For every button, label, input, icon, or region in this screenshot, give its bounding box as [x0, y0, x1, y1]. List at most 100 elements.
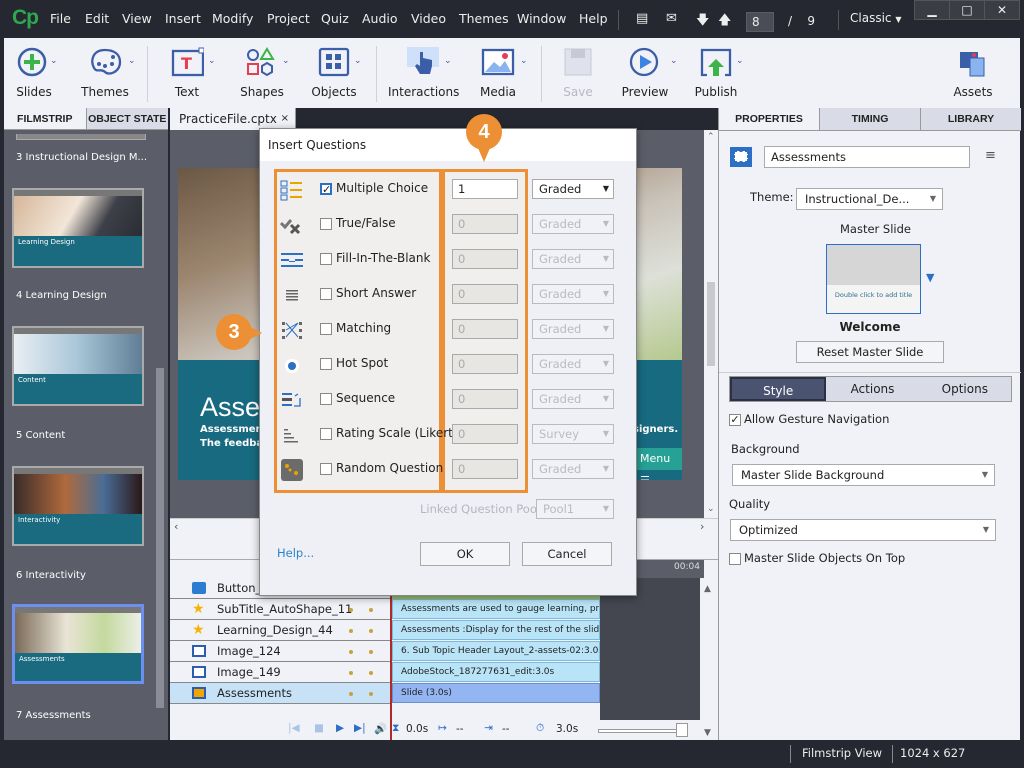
menu-edit[interactable]: Edit	[85, 11, 109, 26]
panel-menu-icon[interactable]: ≡	[985, 148, 996, 163]
shapes-button[interactable]: ⌄ Shapes	[234, 38, 290, 108]
save-button[interactable]: Save	[554, 38, 602, 108]
timeline-scrollbar[interactable]: ▲ ▼	[700, 576, 718, 738]
sequence-checkbox[interactable]	[320, 393, 332, 405]
slide-thumbnail-selected[interactable]: Assessments	[12, 604, 144, 684]
scroll-down-icon[interactable]: ⌄	[707, 504, 715, 514]
themes-button[interactable]: ⌄ Themes	[72, 38, 138, 108]
timeline-bar[interactable]: Assessments :Display for the rest of the…	[392, 620, 600, 640]
slide-thumbnail-partial[interactable]	[16, 134, 146, 140]
sequence-count-input[interactable]: 0	[452, 389, 518, 409]
subtab-options[interactable]: Options	[919, 377, 1011, 401]
timeline-row[interactable]: ★ SubTitle_AutoShape_11	[170, 599, 390, 620]
hot-spot-type-dropdown[interactable]: Graded ▼	[532, 354, 614, 374]
multiple-choice-checkbox[interactable]: ✓	[320, 183, 332, 195]
visibility-dot[interactable]	[349, 671, 353, 675]
short-answer-count-input[interactable]: 0	[452, 284, 518, 304]
close-tab-icon[interactable]: ×	[281, 108, 289, 130]
random-question-checkbox[interactable]	[320, 463, 332, 475]
menu-audio[interactable]: Audio	[362, 11, 398, 26]
close-button[interactable]: ✕	[985, 1, 1019, 19]
audio-icon[interactable]: 🔊	[374, 722, 387, 735]
short-answer-checkbox[interactable]	[320, 288, 332, 300]
mail-icon[interactable]: ✉	[666, 11, 677, 26]
document-tab[interactable]: PracticeFile.cptx ×	[170, 108, 296, 130]
short-answer-type-dropdown[interactable]: Graded ▼	[532, 284, 614, 304]
quality-dropdown[interactable]: Optimized ▼	[730, 519, 996, 541]
multiple-choice-count-input[interactable]: 1	[452, 179, 518, 199]
slides-button[interactable]: ⌄ Slides	[6, 38, 62, 108]
zoom-slider-track[interactable]	[598, 729, 688, 733]
menu-modify[interactable]: Modify	[212, 11, 253, 26]
tab-properties[interactable]: PROPERTIES	[719, 108, 819, 130]
scrollbar-thumb[interactable]	[707, 282, 715, 366]
scroll-left-icon[interactable]: ‹	[174, 520, 178, 533]
menu-file[interactable]: File	[50, 11, 71, 26]
help-link[interactable]: Help...	[277, 546, 314, 560]
matching-count-input[interactable]: 0	[452, 319, 518, 339]
master-slide-dropdown-icon[interactable]: ▼	[926, 271, 934, 284]
master-slide-thumbnail[interactable]: Double click to add title	[826, 244, 921, 314]
minimize-button[interactable]: ▁	[915, 1, 950, 19]
visibility-dot[interactable]	[349, 692, 353, 696]
maximize-button[interactable]: □	[950, 1, 985, 19]
timeline-bar[interactable]: 6. Sub Topic Header Layout_2-assets-02:3…	[392, 641, 600, 661]
random-question-count-input[interactable]: 0	[452, 459, 518, 479]
rewind-icon[interactable]: |◀	[288, 722, 300, 734]
scroll-up-icon[interactable]: ▲	[704, 584, 711, 594]
visibility-dot[interactable]	[349, 629, 353, 633]
slide-name-field[interactable]: Assessments	[764, 146, 970, 168]
visibility-dot[interactable]	[349, 608, 353, 612]
arrow-up-icon[interactable]: 🡅	[718, 11, 731, 33]
matching-type-dropdown[interactable]: Graded ▼	[532, 319, 614, 339]
ok-button[interactable]: OK	[420, 542, 510, 566]
background-dropdown[interactable]: Master Slide Background ▼	[732, 464, 995, 486]
lock-dot[interactable]	[369, 671, 373, 675]
menu-window[interactable]: Window	[517, 11, 566, 26]
lock-dot[interactable]	[369, 650, 373, 654]
menu-insert[interactable]: Insert	[165, 11, 201, 26]
sequence-type-dropdown[interactable]: Graded ▼	[532, 389, 614, 409]
timeline-slide-bar[interactable]: Slide (3.0s)	[392, 683, 600, 703]
true-false-type-dropdown[interactable]: Graded ▼	[532, 214, 614, 234]
next-icon[interactable]: ▶|	[354, 722, 366, 734]
true-false-checkbox[interactable]	[320, 218, 332, 230]
visibility-dot[interactable]	[349, 650, 353, 654]
play-icon[interactable]: ▶	[336, 722, 344, 734]
stage-vertical-scrollbar[interactable]: ⌃ ⌄	[704, 130, 718, 518]
tab-timing[interactable]: TIMING	[819, 108, 920, 130]
true-false-count-input[interactable]: 0	[452, 214, 518, 234]
tab-object-state[interactable]: OBJECT STATE	[85, 108, 168, 129]
preview-button[interactable]: ⌄ Preview	[616, 38, 678, 108]
assets-button[interactable]: Assets	[948, 38, 998, 108]
timeline-row[interactable]: Image_124	[170, 641, 390, 662]
multiple-choice-type-dropdown[interactable]: Graded ▼	[532, 179, 614, 199]
timeline-bar[interactable]: AdobeStock_187277631_edit:3.0s	[392, 662, 600, 682]
menu-help[interactable]: Help	[579, 11, 608, 26]
slide-thumbnail[interactable]: Learning Design	[12, 188, 144, 268]
rating-scale-likert-type-dropdown[interactable]: Survey ▼	[532, 424, 614, 444]
matching-checkbox[interactable]	[320, 323, 332, 335]
fill-in-the-blank-checkbox[interactable]	[320, 253, 332, 265]
lock-dot[interactable]	[369, 629, 373, 633]
theme-dropdown[interactable]: Instructional_De... ▼	[796, 188, 943, 210]
master-on-top-checkbox[interactable]	[729, 553, 741, 565]
slide-thumbnail[interactable]: Content	[12, 326, 144, 406]
filmstrip-scrollbar[interactable]	[156, 368, 164, 708]
scroll-right-icon[interactable]: ›	[700, 520, 704, 533]
menu-quiz[interactable]: Quiz	[321, 11, 349, 26]
timeline-row[interactable]: ★ Learning_Design_44	[170, 620, 390, 641]
arrow-down-icon[interactable]: 🡇	[696, 11, 709, 33]
fill-in-the-blank-count-input[interactable]: 0	[452, 249, 518, 269]
media-button[interactable]: ⌄ Media	[470, 38, 528, 108]
scroll-up-icon[interactable]: ⌃	[707, 132, 715, 142]
zoom-slider-handle[interactable]	[676, 723, 688, 737]
tab-library[interactable]: LIBRARY	[920, 108, 1021, 130]
cancel-button[interactable]: Cancel	[522, 542, 612, 566]
tab-filmstrip[interactable]: FILMSTRIP	[4, 108, 86, 129]
reset-master-slide-button[interactable]: Reset Master Slide	[796, 341, 944, 363]
menu-themes[interactable]: Themes	[459, 11, 509, 26]
text-button[interactable]: T ⌄ Text	[162, 38, 216, 108]
linked-pool-dropdown[interactable]: Pool1 ▼	[536, 499, 614, 519]
hot-spot-checkbox[interactable]	[320, 358, 332, 370]
